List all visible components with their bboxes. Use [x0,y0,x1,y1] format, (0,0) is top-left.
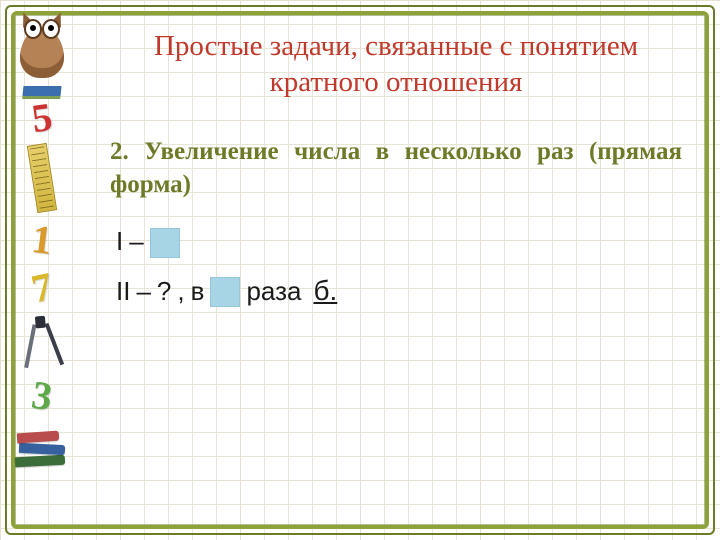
page-title: Простые задачи, связанные с понятием кра… [110,28,682,101]
placeholder-box-2 [210,277,240,307]
line2-suffix: б. [313,275,337,307]
line1-dash: – [129,226,143,257]
line-1: I– [116,226,682,257]
task-subtitle: 2. Увеличение числа в несколько раз (пря… [110,135,682,203]
line-2: II – ? , в раза б. [116,275,682,307]
line1-label: I [116,226,123,257]
line2-dash: – [136,276,150,307]
content: Простые задачи, связанные с понятием кра… [110,18,682,510]
slide: 5 1 7 3 Простые задачи, связанные с поня… [0,0,720,540]
line2-comma: , [177,276,184,307]
line2-in: в [191,276,205,307]
line2-label: II [116,276,130,307]
line2-times: раза [246,276,301,307]
line2-question: ? [157,276,171,307]
placeholder-box-1 [150,228,180,258]
